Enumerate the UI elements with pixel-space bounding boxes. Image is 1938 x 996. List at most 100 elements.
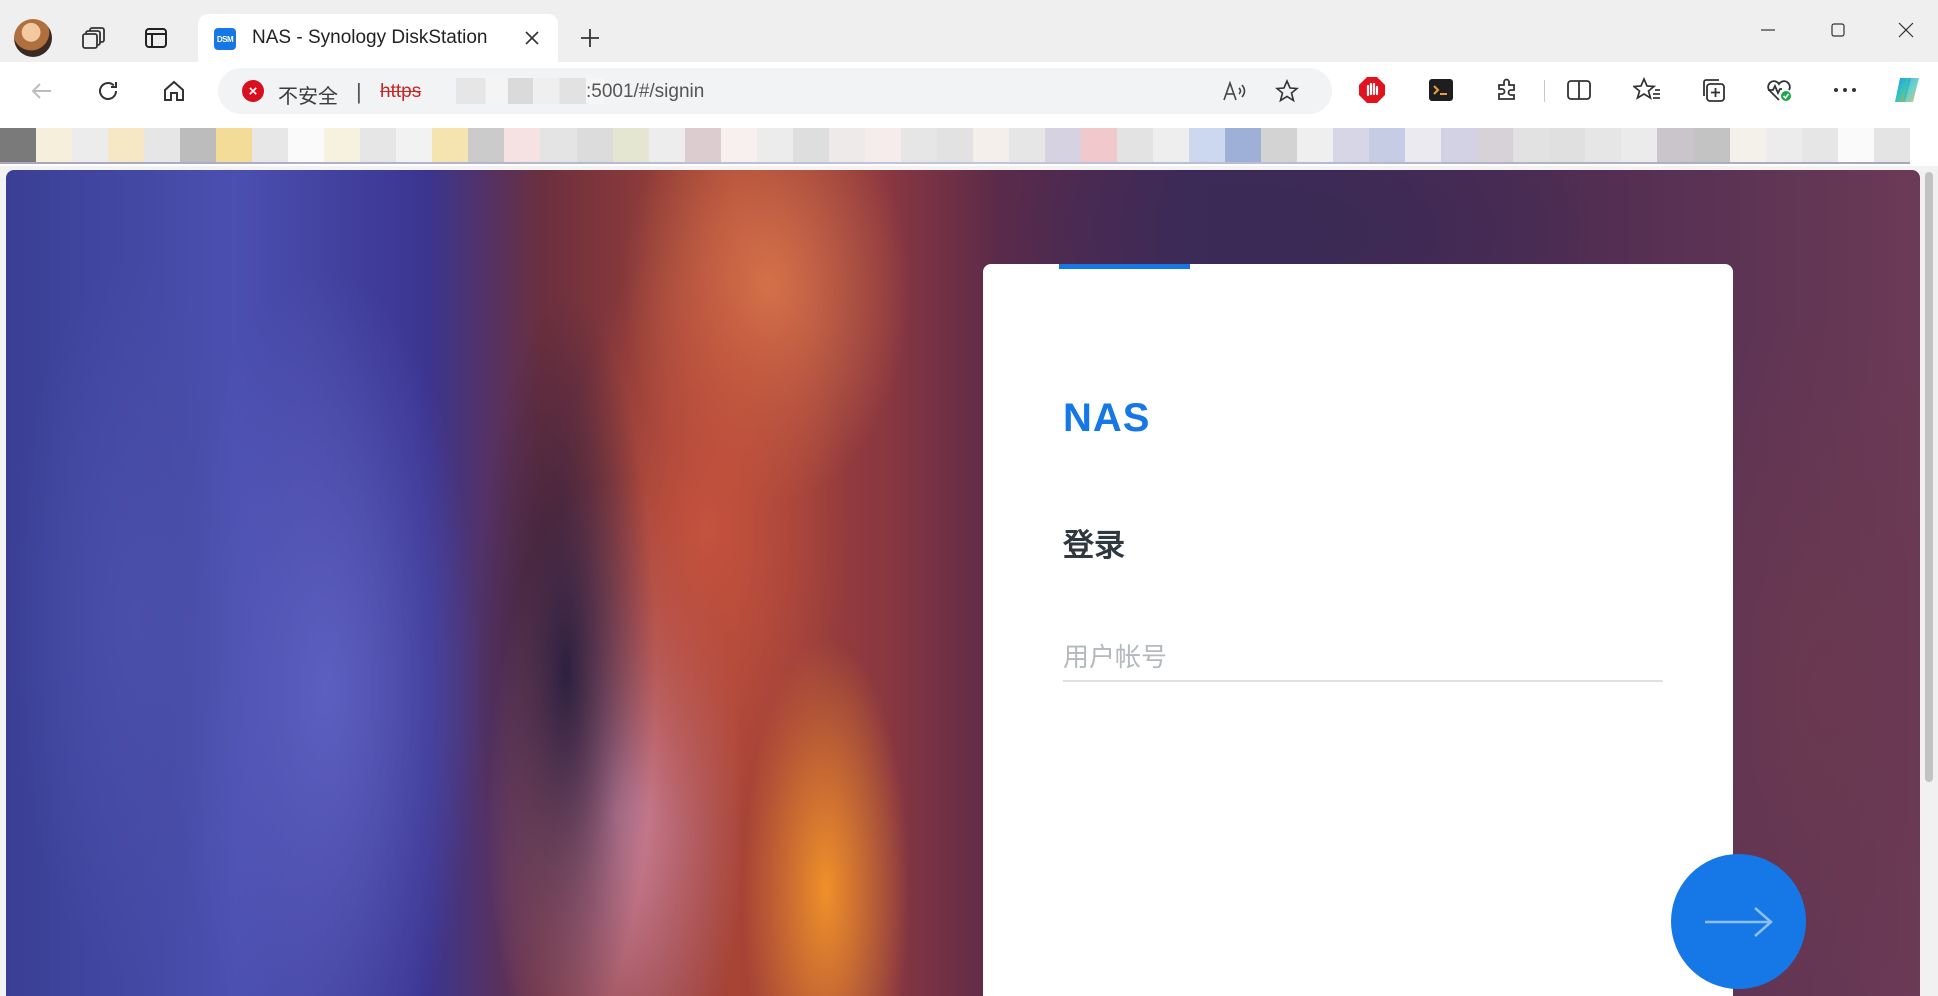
copilot-icon[interactable] — [1890, 73, 1924, 107]
login-card-accent — [1059, 264, 1190, 269]
favorite-item-blurred[interactable] — [252, 128, 289, 162]
redacted-host — [456, 78, 604, 104]
favorite-item-blurred[interactable] — [396, 128, 433, 162]
tab-title: NAS - Synology DiskStation — [252, 27, 488, 48]
favorite-item-blurred[interactable] — [216, 128, 253, 162]
scrollbar-thumb[interactable] — [1925, 172, 1933, 782]
star-icon[interactable] — [1272, 76, 1302, 106]
tab-actions-icon[interactable] — [140, 22, 172, 54]
close-tab-icon[interactable] — [520, 26, 544, 50]
favorite-item-blurred[interactable] — [936, 128, 973, 162]
favorites-bar-underline — [0, 162, 1910, 164]
profile-avatar[interactable] — [14, 19, 52, 57]
browser-toolbar: × 不安全 | https :5001/#/signin — [0, 62, 1938, 120]
dsm-favicon-icon: DSM — [214, 28, 236, 50]
workspaces-icon[interactable] — [78, 22, 110, 54]
favorite-item-blurred[interactable] — [468, 128, 505, 162]
refresh-icon[interactable] — [90, 73, 126, 109]
login-heading: 登录 — [1063, 528, 1125, 563]
favorite-item-blurred[interactable] — [1189, 128, 1226, 162]
favorite-item-blurred[interactable] — [1405, 128, 1442, 162]
maximize-icon[interactable] — [1818, 12, 1858, 48]
security-label[interactable]: 不安全 — [278, 80, 338, 109]
favorite-item-blurred[interactable] — [576, 128, 613, 162]
favorite-item-blurred[interactable] — [1513, 128, 1550, 162]
next-button[interactable] — [1671, 854, 1806, 989]
favorite-item-blurred[interactable] — [720, 128, 757, 162]
favorite-item-blurred[interactable] — [972, 128, 1009, 162]
username-input[interactable] — [1063, 634, 1663, 682]
favorites-icon[interactable] — [1630, 73, 1664, 107]
favorite-item-blurred[interactable] — [1729, 128, 1766, 162]
favorite-item-blurred[interactable] — [72, 128, 109, 162]
favorite-item-blurred[interactable] — [1873, 128, 1910, 162]
favorite-item-blurred[interactable] — [1693, 128, 1730, 162]
title-bar: DSM NAS - Synology DiskStation — [0, 0, 1938, 62]
favorite-item-blurred[interactable] — [108, 128, 145, 162]
favorite-item-blurred[interactable] — [1801, 128, 1838, 162]
favorite-item-blurred[interactable] — [1657, 128, 1694, 162]
not-secure-icon[interactable]: × — [242, 80, 264, 102]
favorite-item-blurred[interactable] — [1333, 128, 1370, 162]
login-card: NAS 登录 — [983, 264, 1733, 996]
favorites-bar — [0, 120, 1938, 166]
favorite-item-blurred[interactable] — [684, 128, 721, 162]
terminal-icon[interactable] — [1424, 73, 1458, 107]
favorite-item-blurred[interactable] — [1153, 128, 1190, 162]
product-name: NAS — [1063, 396, 1151, 440]
favorite-item-blurred[interactable] — [792, 128, 829, 162]
favorite-item-blurred[interactable] — [432, 128, 469, 162]
split-screen-icon[interactable] — [1562, 73, 1596, 107]
favorite-item-blurred[interactable] — [1080, 128, 1117, 162]
favorite-item-blurred[interactable] — [1585, 128, 1622, 162]
favorite-item-blurred[interactable] — [864, 128, 901, 162]
favorite-item-blurred[interactable] — [1441, 128, 1478, 162]
page-scrollbar[interactable] — [1920, 170, 1938, 996]
favorite-item-blurred[interactable] — [1008, 128, 1045, 162]
favorite-item-blurred[interactable] — [1621, 128, 1658, 162]
url-scheme[interactable]: https — [380, 81, 421, 103]
address-separator: | — [356, 79, 362, 104]
active-tab[interactable]: DSM NAS - Synology DiskStation — [198, 14, 558, 62]
more-icon[interactable] — [1828, 73, 1862, 107]
home-icon[interactable] — [156, 73, 192, 109]
favorite-item-blurred[interactable] — [1261, 128, 1298, 162]
favorite-item-blurred[interactable] — [288, 128, 325, 162]
read-aloud-icon[interactable] — [1220, 76, 1250, 106]
minimize-icon[interactable] — [1748, 12, 1788, 48]
favorite-item-blurred[interactable] — [1549, 128, 1586, 162]
favorite-item-blurred[interactable] — [36, 128, 73, 162]
back-arrow-icon[interactable] — [24, 73, 60, 109]
favorite-item-blurred[interactable] — [0, 128, 37, 162]
favorite-item-blurred[interactable] — [828, 128, 865, 162]
heartbeat-icon[interactable] — [1762, 73, 1796, 107]
favorite-item-blurred[interactable] — [360, 128, 397, 162]
favorite-item-blurred[interactable] — [324, 128, 361, 162]
favorite-item-blurred[interactable] — [1225, 128, 1262, 162]
favorite-item-blurred[interactable] — [504, 128, 541, 162]
page-background-canyon: NAS 登录 — [6, 170, 1920, 996]
favorite-item-blurred[interactable] — [1297, 128, 1334, 162]
favorite-item-blurred[interactable] — [540, 128, 577, 162]
favorite-item-blurred[interactable] — [180, 128, 217, 162]
favorite-item-blurred[interactable] — [756, 128, 793, 162]
favorite-item-blurred[interactable] — [144, 128, 181, 162]
toolbar-divider — [1544, 80, 1545, 102]
adblock-icon[interactable] — [1355, 73, 1389, 107]
url-path[interactable]: :5001/#/signin — [586, 81, 704, 103]
address-bar[interactable]: × 不安全 | https :5001/#/signin — [218, 68, 1332, 114]
favorite-item-blurred[interactable] — [1044, 128, 1081, 162]
favorite-item-blurred[interactable] — [1116, 128, 1153, 162]
favorite-item-blurred[interactable] — [1369, 128, 1406, 162]
favorites-items-blurred — [0, 128, 1910, 162]
favorite-item-blurred[interactable] — [1477, 128, 1514, 162]
collections-icon[interactable] — [1696, 73, 1730, 107]
favorite-item-blurred[interactable] — [612, 128, 649, 162]
favorite-item-blurred[interactable] — [1837, 128, 1874, 162]
close-window-icon[interactable] — [1886, 12, 1926, 48]
new-tab-plus-icon[interactable] — [574, 22, 606, 54]
favorite-item-blurred[interactable] — [648, 128, 685, 162]
favorite-item-blurred[interactable] — [1765, 128, 1802, 162]
favorite-item-blurred[interactable] — [900, 128, 937, 162]
puzzle-icon[interactable] — [1490, 73, 1524, 107]
